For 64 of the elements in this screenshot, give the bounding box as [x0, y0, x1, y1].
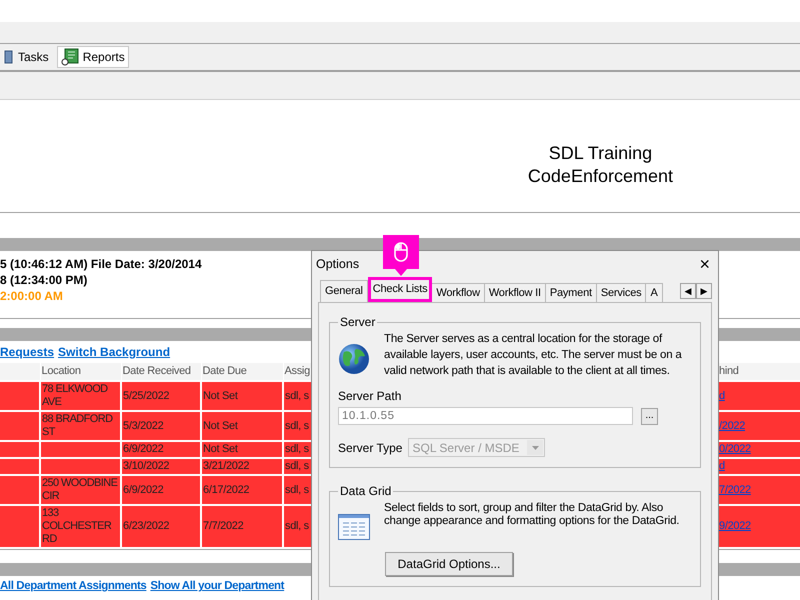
record-info-text: 2:00:00 AM — [0, 288, 63, 304]
table-cell-text: sdl, s — [285, 443, 309, 455]
dialog-tab[interactable]: A — [646, 283, 663, 302]
table-cell-text: 6/23/2022 — [123, 520, 170, 532]
close-button[interactable]: × — [699, 255, 710, 273]
column-header: Date Received — [122, 365, 191, 378]
dialog-tab[interactable]: Workflow II — [484, 283, 546, 302]
datagrid-description: Select fields to sort, group and filter the DataGrid by. Also change appearance and formatting options for the DataGrid. — [384, 501, 680, 529]
table-cell-text: 3/21/2022 — [203, 460, 250, 472]
record-info-text: 5 (10:46:12 AM) File Date: 3/20/2014 — [0, 256, 202, 272]
group-label: Data Grid — [339, 483, 392, 500]
column-header: Assig — [284, 365, 310, 378]
app-title: SDL Training — [548, 142, 652, 165]
server-description: The Server serves as a central location for the storage of available layers, user accounts, etc. The server must be on a valid network path that is available to the client at all times. — [384, 332, 683, 379]
table-cell-text: 250 WOODBINE CIR — [42, 477, 118, 502]
globe-icon — [338, 343, 370, 375]
table-cell-text: 78 ELKWOOD AVE — [42, 383, 108, 408]
column-header: hind — [719, 365, 739, 378]
browse-button[interactable]: ... — [641, 408, 658, 424]
record-info-text: 8 (12:34:00 PM) — [0, 272, 88, 288]
table-cell-text: sdl, s — [285, 460, 309, 472]
table-cell-text: sdl, s — [285, 390, 309, 402]
dialog-tab[interactable]: General — [320, 280, 368, 302]
toolbar-tab[interactable]: Reports — [56, 46, 129, 68]
table-cell-text: 88 BRADFORD ST — [42, 413, 112, 438]
dialog-tab[interactable]: Check Lists — [368, 277, 432, 302]
dialog-tab[interactable]: Workflow — [432, 283, 485, 302]
dialog-title: Options — [316, 256, 360, 273]
link[interactable]: All Department Assignments — [0, 578, 146, 596]
field-label: Server Path — [338, 388, 402, 405]
table-cell-text: Not Set — [203, 420, 238, 432]
table-cell-text: Not Set — [203, 390, 238, 402]
server-path-field[interactable]: 10.1.0.55 — [338, 407, 633, 425]
table-cell-text: 6/9/2022 — [123, 484, 164, 496]
link[interactable]: Requests — [0, 343, 54, 361]
app-title: CodeEnforcement — [528, 165, 673, 188]
table-cell-text: 5/3/2022 — [123, 420, 164, 432]
link[interactable]: Switch Background — [58, 343, 170, 361]
dialog-tab[interactable]: Payment — [546, 283, 597, 302]
table-cell-text: 5/25/2022 — [123, 390, 170, 402]
table-cell-text: sdl, s — [285, 520, 309, 532]
table-cell-text: Not Set — [203, 443, 238, 455]
table-cell-text: 6/17/2022 — [203, 484, 250, 496]
table-cell-text: sdl, s — [285, 484, 309, 496]
report-book-icon — [60, 48, 79, 66]
column-header: Location — [42, 365, 81, 378]
group-label: Server — [339, 314, 376, 331]
link[interactable]: Show All your Department — [150, 578, 284, 596]
field-label: Server Type — [338, 440, 402, 456]
table-cell-text: 7/7/2022 — [203, 520, 244, 532]
table-cell-text: sdl, s — [285, 420, 309, 432]
column-header: Date Due — [202, 365, 247, 378]
mouse-click-callout-icon — [383, 235, 419, 276]
dialog-tab[interactable]: Services — [596, 283, 646, 302]
table-cell-text: 3/10/2022 — [123, 460, 170, 472]
tab-scroll-button[interactable]: ◀ — [680, 283, 696, 299]
datagrid-options-button[interactable]: DataGrid Options... — [385, 552, 513, 576]
table-cell-text: 133 COLCHESTER RD — [42, 507, 112, 545]
tab-scroll-button[interactable]: ▶ — [696, 283, 712, 299]
clipboard-icon — [4, 49, 14, 65]
grid-icon — [338, 514, 370, 540]
toolbar-tab[interactable]: Tasks — [0, 46, 53, 68]
caret-icon — [527, 440, 544, 455]
table-cell-text: 6/9/2022 — [123, 443, 164, 455]
